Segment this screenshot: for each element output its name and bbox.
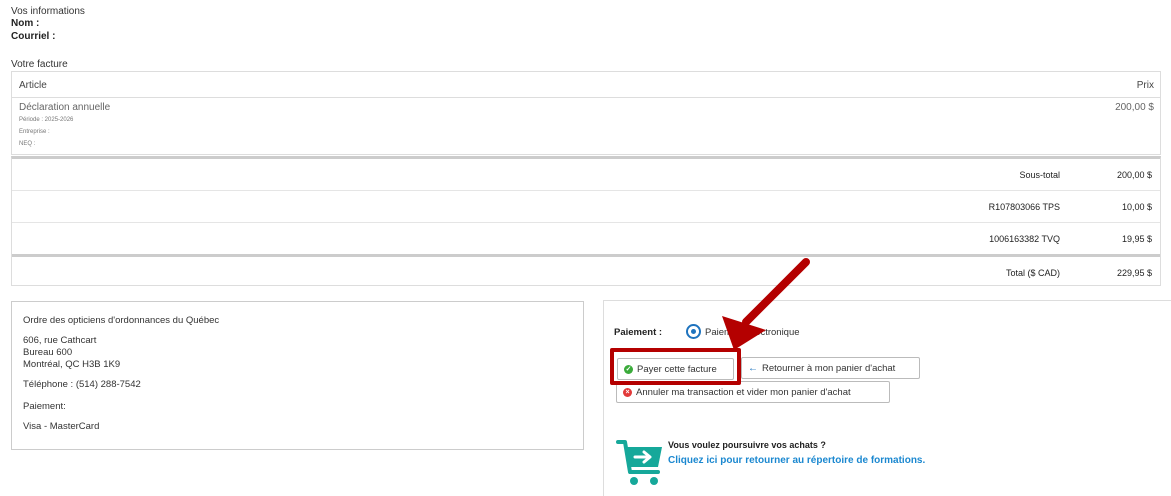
courriel-label: Courriel : (11, 31, 56, 42)
total-label: Total ($ CAD) (1005, 268, 1060, 278)
address-suite: Bureau 600 (23, 347, 73, 358)
subtotal-label: Sous-total (1019, 170, 1060, 180)
address-street: 606, rue Cathcart (23, 335, 97, 346)
return-to-cart-button-label: Retourner à mon panier d'achat (762, 362, 896, 374)
org-name: Ordre des opticiens d'ordonnances du Qué… (23, 315, 220, 326)
radio-paiement-electronique[interactable] (686, 324, 701, 339)
x-circle-icon: × (623, 387, 632, 397)
check-circle-icon: ✓ (624, 364, 633, 374)
totals-row-tvq: 1006163382 TVQ 19,95 $ (12, 223, 1160, 255)
cancel-transaction-button-label: Annuler ma transaction et vider mon pani… (636, 386, 851, 398)
total-value: 229,95 $ (1116, 268, 1152, 278)
item-name: Déclaration annuelle (19, 102, 111, 113)
org-phone: Téléphone : (514) 288-7542 (23, 379, 141, 390)
continue-shopping-title: Vous voulez poursuivre vos achats ? (668, 440, 826, 450)
pay-invoice-button[interactable]: ✓ Payer cette facture (617, 358, 734, 380)
tps-label: R107803066 TPS (988, 202, 1060, 212)
payment-methods: Visa - MasterCard (23, 421, 100, 432)
payment-label: Paiement : (614, 327, 663, 338)
invoice-header-row: Article Prix (12, 72, 1160, 98)
tps-value: 10,00 $ (1121, 202, 1152, 212)
item-periode: Période : 2025-2026 (19, 117, 74, 123)
payment-box: Paiement : Paiement électronique ✓ Payer… (603, 300, 1171, 496)
payment-methods-label: Paiement: (23, 401, 66, 412)
item-price: 200,00 $ (1115, 102, 1154, 113)
column-header-article: Article (19, 80, 47, 91)
column-header-price: Prix (1136, 80, 1154, 91)
info-section-title: Vos informations (11, 6, 85, 17)
invoice-section-title: Votre facture (11, 59, 68, 70)
totals-row-subtotal: Sous-total 200,00 $ (12, 159, 1160, 191)
tvq-label: 1006163382 TVQ (989, 234, 1060, 244)
pay-invoice-button-label: Payer cette facture (637, 363, 717, 375)
tvq-value: 19,95 $ (1121, 234, 1152, 244)
invoice-totals-table: Sous-total 200,00 $ R107803066 TPS 10,00… (11, 156, 1161, 286)
return-to-cart-button[interactable]: ← Retourner à mon panier d'achat (741, 357, 920, 379)
totals-row-total: Total ($ CAD) 229,95 $ (12, 254, 1160, 286)
subtotal-value: 200,00 $ (1116, 170, 1152, 180)
radio-label-paiement-electronique[interactable]: Paiement électronique (705, 327, 800, 338)
cart-arrow-icon[interactable] (616, 438, 664, 488)
nom-label: Nom : (11, 18, 40, 29)
address-city: Montréal, QC H3B 1K9 (23, 359, 121, 370)
arrow-left-icon: ← (748, 362, 758, 374)
item-neq: NEQ : (19, 141, 36, 147)
invoice-items-table: Article Prix Déclaration annuelle Périod… (11, 71, 1161, 155)
cancel-transaction-button[interactable]: × Annuler ma transaction et vider mon pa… (616, 381, 890, 403)
item-entreprise: Entreprise : (19, 129, 50, 135)
return-to-catalog-link[interactable]: Cliquez ici pour retourner au répertoire… (668, 455, 925, 466)
totals-row-tps: R107803066 TPS 10,00 $ (12, 191, 1160, 223)
organization-address-box: Ordre des opticiens d'ordonnances du Qué… (11, 301, 584, 450)
